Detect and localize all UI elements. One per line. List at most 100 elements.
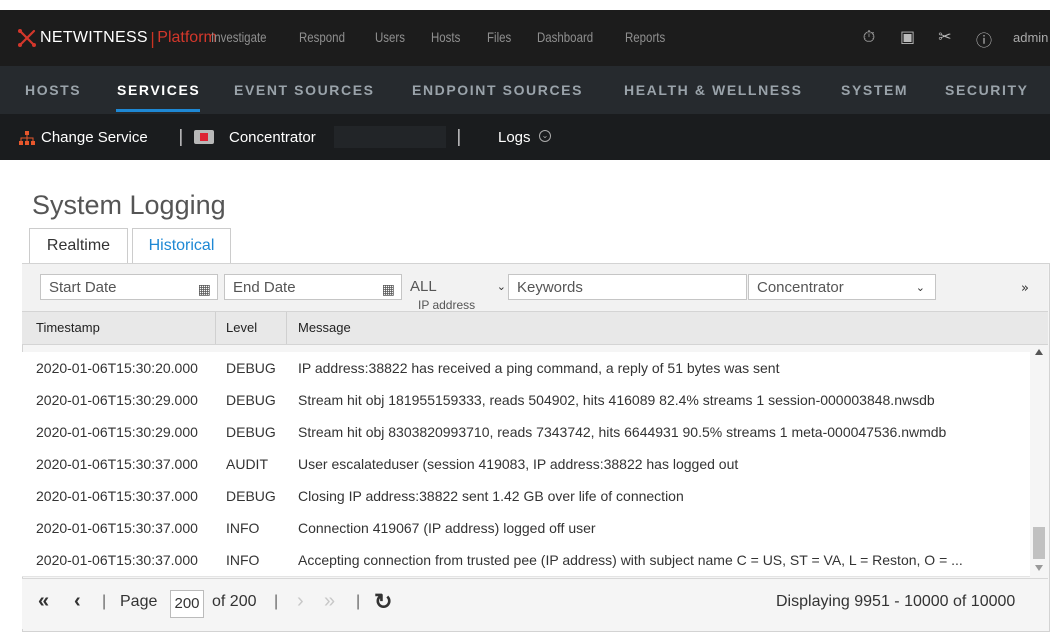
user-menu[interactable]: admin › [1013,30,1050,45]
tab-system[interactable]: SYSTEM [841,82,908,98]
table-row[interactable]: 2020-01-06T15:30:29.000 DEBUG Stream hit… [22,416,1030,449]
scroll-thumb[interactable] [1033,527,1045,559]
cell-message: Stream hit obj 8303820993710, reads 7343… [298,424,947,440]
end-date-input[interactable]: End Date ▦ [224,274,402,300]
cell-message: Accepting connection from trusted pee (I… [298,552,963,568]
active-tab-indicator [116,109,200,112]
service-host-field [334,126,446,148]
col-message[interactable]: Message [298,320,351,335]
first-page-button[interactable]: « [38,590,49,613]
cell-level: INFO [226,520,260,536]
col-timestamp[interactable]: Timestamp [36,320,100,335]
chevron-down-icon: ⌄ [915,282,925,294]
start-date-placeholder: Start Date [49,279,117,296]
separator: | [356,593,361,610]
netwitness-logo[interactable]: NETWITNESS | Platform [18,27,217,49]
hierarchy-icon [19,130,35,145]
cell-timestamp: 2020-01-06T15:30:20.000 [36,360,198,376]
timer-icon[interactable]: ⏱ [862,27,876,51]
tab-services[interactable]: SERVICES [117,82,200,98]
column-divider [215,312,216,344]
calendar-icon[interactable]: ▦ [198,276,211,302]
tab-health-wellness[interactable]: HEALTH & WELLNESS [624,82,803,98]
change-service-button[interactable]: Change Service [41,129,148,146]
refresh-icon[interactable]: ↻ [374,589,392,615]
col-level[interactable]: Level [226,320,257,335]
cell-level: DEBUG [226,392,276,408]
table-header: Timestamp Level Message [22,311,1048,345]
service-select[interactable]: Concentrator ⌄ [748,274,936,300]
expand-filters-button[interactable]: » [1021,281,1029,296]
page-title: System Logging [32,190,226,220]
tab-event-sources[interactable]: EVENT SOURCES [234,82,375,98]
cell-timestamp: 2020-01-06T15:30:37.000 [36,456,198,472]
tab-security[interactable]: SECURITY [945,82,1029,98]
start-date-input[interactable]: Start Date ▦ [40,274,218,300]
chevron-down-icon: ⌄ [496,281,506,293]
nav-investigate[interactable]: Investigate [211,29,267,45]
netwitness-logo-icon [18,29,36,47]
table-row[interactable]: 2020-01-06T15:30:37.000 INFO Accepting c… [22,544,1030,577]
keywords-input[interactable]: Keywords [508,274,747,300]
cell-message: Connection 419067 (IP address) logged of… [298,520,596,536]
nav-files[interactable]: Files [487,29,511,45]
page-total: of 200 [212,593,257,610]
cell-level: AUDIT [226,456,268,472]
nav-reports[interactable]: Reports [625,29,665,45]
admin-nav: HOSTS SERVICES EVENT SOURCES ENDPOINT SO… [0,66,1050,115]
scroll-up-icon[interactable] [1035,349,1043,355]
cell-timestamp: 2020-01-06T15:30:29.000 [36,392,198,408]
top-bar: NETWITNESS | Platform Investigate Respon… [0,10,1050,66]
calendar-icon[interactable]: ▦ [382,276,395,302]
prev-page-button[interactable]: ‹ [74,590,81,613]
cell-message: User escalateduser (session 419083, IP a… [298,456,739,472]
table-row[interactable]: 2020-01-06T15:30:20.000 DEBUG IP address… [22,352,1030,385]
cell-timestamp: 2020-01-06T15:30:37.000 [36,520,198,536]
cell-level: DEBUG [226,424,276,440]
vertical-scrollbar[interactable] [1030,345,1048,577]
tab-historical[interactable]: Historical [132,228,231,264]
level-value: ALL [410,278,437,295]
top-nav: Investigate Respond Users Hosts Files Da… [211,29,694,45]
scroll-down-icon[interactable] [1035,565,1043,571]
pager: « ‹ | Page 200 of 200 | › » | ↻ Displayi… [22,578,1048,629]
page-number-input[interactable]: 200 [170,590,204,618]
nav-respond[interactable]: Respond [299,29,345,45]
table-row[interactable]: 2020-01-06T15:30:29.000 DEBUG Stream hit… [22,384,1030,417]
nav-hosts[interactable]: Hosts [431,29,460,45]
page-label: Page [120,593,158,610]
nav-users[interactable]: Users [375,29,405,45]
table-row[interactable]: 2020-01-06T15:30:37.000 INFO Connection … [22,512,1030,545]
tab-hosts[interactable]: HOSTS [25,82,81,98]
separator: | [456,127,462,147]
cell-message: IP address:38822 has received a ping com… [298,360,780,376]
cell-level: DEBUG [226,360,276,376]
help-icon[interactable]: ⓘ [976,27,992,51]
level-select[interactable]: ALL ⌄ [402,274,508,300]
logo-platform: Platform [157,29,217,46]
service-bar: Change Service | Concentrator | Logs ⌄ [0,114,1050,160]
logo-wordmark: NETWITNESS [40,29,148,46]
tab-realtime[interactable]: Realtime [29,228,128,264]
keywords-placeholder: Keywords [517,279,583,296]
cell-timestamp: 2020-01-06T15:30:37.000 [36,552,198,568]
cell-timestamp: 2020-01-06T15:30:29.000 [36,424,198,440]
next-page-button[interactable]: › [297,590,304,613]
table-row[interactable]: 2020-01-06T15:30:37.000 DEBUG Closing IP… [22,480,1030,513]
filter-bar: Start Date ▦ End Date ▦ ALL ⌄ Keywords C… [22,264,1048,312]
concentrator-icon [194,130,214,144]
tab-endpoint-sources[interactable]: ENDPOINT SOURCES [412,82,583,98]
last-page-button[interactable]: » [324,590,335,613]
tools-icon[interactable]: ✂ [938,27,952,51]
cell-message: Stream hit obj 181955159333, reads 50490… [298,392,935,408]
table-row[interactable]: 2020-01-06T15:30:37.000 AUDIT User escal… [22,448,1030,481]
nav-dashboard[interactable]: Dashboard [537,29,593,45]
cell-timestamp: 2020-01-06T15:30:37.000 [36,488,198,504]
view-menu[interactable]: Logs [498,129,531,146]
display-count: Displaying 9951 - 10000 of 10000 [776,593,1016,610]
service-name: Concentrator [229,129,316,146]
chevron-down-icon[interactable]: ⌄ [539,130,551,142]
clipboard-icon[interactable]: ▣ [900,27,915,51]
separator: | [102,593,107,610]
end-date-placeholder: End Date [233,279,296,296]
